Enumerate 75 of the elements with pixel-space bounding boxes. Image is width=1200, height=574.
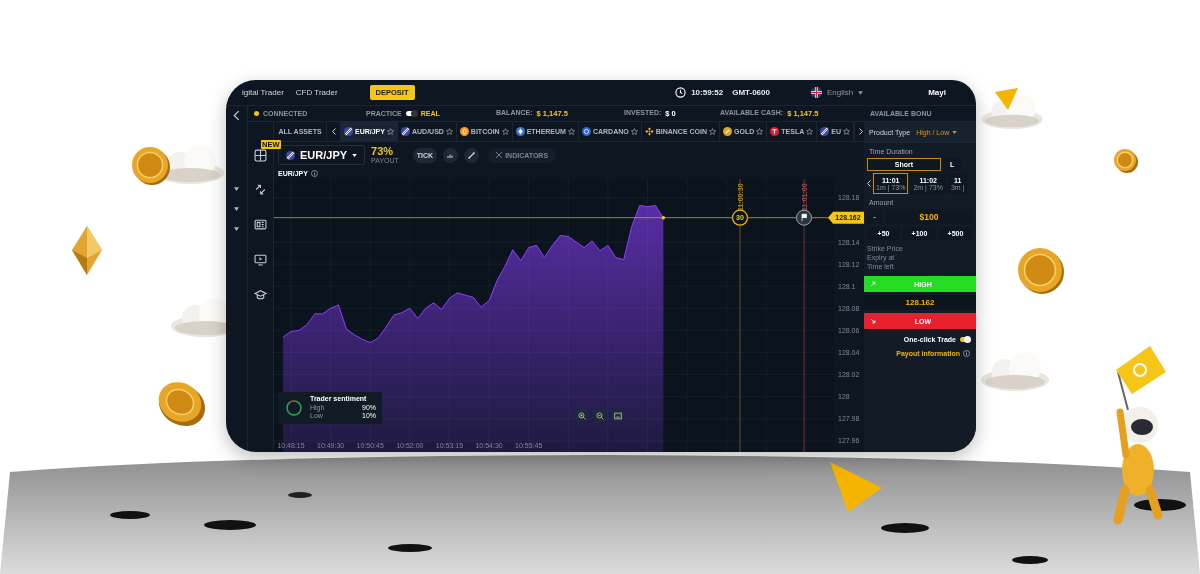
frame-icon — [613, 411, 622, 420]
cloud-drawing — [981, 94, 1043, 130]
sentiment-ring — [284, 398, 304, 418]
coin-drawing — [158, 382, 206, 427]
star-icon[interactable] — [630, 128, 638, 135]
coin-icon — [581, 127, 591, 136]
user-name: Mayi — [928, 88, 946, 97]
star-icon[interactable] — [806, 128, 814, 135]
cursor-arrow-drawing — [995, 88, 1018, 110]
video-icon[interactable] — [254, 253, 267, 266]
language-selector[interactable]: English — [826, 88, 854, 97]
flag-icon — [820, 127, 830, 136]
symbol-name: EUR/JPY — [300, 149, 348, 161]
caret-icon — [352, 153, 358, 157]
star-icon[interactable] — [567, 128, 575, 135]
current-price-dot — [661, 215, 666, 220]
star-icon[interactable] — [709, 128, 717, 135]
graduation-cap-icon[interactable] — [254, 288, 267, 301]
caret-icon[interactable] — [234, 227, 239, 231]
logo-icon — [770, 127, 780, 136]
info-icon — [310, 170, 318, 177]
connection-dot — [254, 111, 259, 116]
coin-drawing — [1114, 149, 1138, 173]
mode-toggle[interactable] — [405, 111, 417, 116]
coin-icon — [459, 127, 469, 136]
line-tool-icon — [468, 151, 476, 159]
clock-icon — [675, 87, 687, 98]
zoom-in-icon — [577, 411, 586, 420]
star-icon[interactable] — [501, 128, 509, 135]
gem-drawing — [72, 226, 102, 275]
flag-icon — [810, 87, 822, 98]
chart-type-button[interactable] — [443, 147, 459, 163]
amount-field[interactable]: $100 — [885, 209, 973, 224]
info-icon — [963, 350, 970, 357]
diamond-icon — [644, 127, 654, 136]
flag-icon — [400, 127, 410, 136]
flag-icon — [286, 150, 295, 160]
zoom-out-icon — [595, 411, 604, 420]
coin-drawing — [1018, 248, 1064, 294]
coin-icon — [723, 127, 733, 136]
nav-link[interactable]: igital Trader — [242, 88, 284, 97]
caret-icon[interactable] — [234, 187, 239, 191]
cross-icon — [496, 152, 503, 158]
one-click-toggle[interactable] — [960, 337, 970, 342]
chevron-left-icon[interactable] — [331, 128, 336, 135]
nav-link[interactable]: CFD Trader — [295, 88, 338, 97]
coin-drawing — [132, 147, 170, 185]
flag-icon — [796, 209, 812, 226]
arrow-down-icon — [870, 318, 876, 324]
diamond-coin-icon — [515, 127, 525, 136]
star-icon[interactable] — [445, 128, 453, 135]
decrease-button[interactable]: - — [867, 209, 882, 224]
swap-arrows-icon[interactable] — [254, 183, 267, 196]
payout-percent: 73% — [371, 146, 395, 157]
clock-time: 10:59:52 — [691, 88, 724, 97]
star-icon[interactable] — [842, 128, 850, 135]
star-icon[interactable] — [756, 128, 764, 135]
strike-price: 128.162 — [864, 295, 976, 310]
bar-chart-icon — [447, 152, 455, 158]
news-icon[interactable] — [254, 218, 267, 231]
grid-icon[interactable] — [254, 149, 267, 162]
flag-icon — [344, 127, 353, 136]
cloud-drawing — [981, 352, 1049, 391]
star-icon[interactable] — [386, 128, 394, 135]
timezone-label: GMT-0600 — [732, 88, 770, 97]
symbol-dropdown[interactable]: EUR/JPY — [278, 145, 366, 165]
chevron-left-icon[interactable] — [867, 180, 871, 187]
arrow-up-icon — [870, 281, 876, 287]
caret-icon — [858, 90, 864, 95]
caret-icon — [952, 130, 958, 134]
back-chevron-icon[interactable] — [233, 110, 240, 121]
draw-tool-button[interactable] — [464, 147, 480, 163]
caret-icon[interactable] — [234, 207, 239, 211]
cursor-arrow-drawing — [830, 462, 882, 512]
chevron-right-icon[interactable] — [859, 128, 864, 135]
